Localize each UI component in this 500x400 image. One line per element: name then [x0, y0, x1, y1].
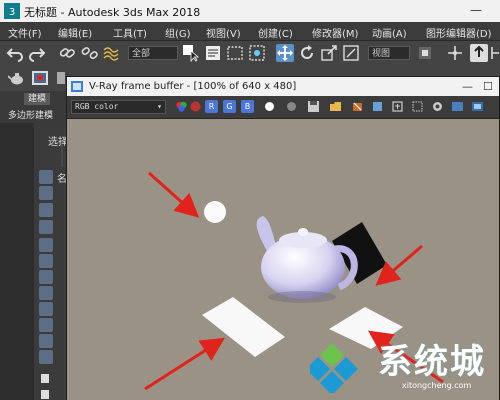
white-plane-left [202, 297, 285, 357]
vfb-maximize-button[interactable]: ☐ [483, 80, 493, 93]
chevron-down-icon: ▾ [157, 102, 162, 111]
color-swatch-icon[interactable] [189, 100, 202, 113]
arrow-to-sphere [148, 171, 200, 218]
watermark-url: xitongcheng.com [402, 381, 472, 390]
green-channel-button[interactable]: G [223, 100, 236, 113]
display-invert-icon[interactable] [41, 390, 49, 399]
vfb-title: V-Ray frame buffer - [100% of 640 x 480] [89, 81, 297, 92]
placement-icon[interactable] [342, 44, 360, 62]
window-crossing-icon[interactable] [248, 44, 266, 62]
vfb-window-icon [71, 81, 83, 92]
channel-select-dropdown[interactable]: RGB color ▾ [71, 100, 166, 114]
keyboard-shortcut-override-icon[interactable] [470, 44, 488, 62]
select-by-name-icon[interactable] [204, 44, 222, 62]
rectangle-select-icon[interactable] [226, 44, 244, 62]
arrow-to-white-plane-left [144, 337, 226, 391]
menu-file[interactable]: 文件(F) [8, 25, 42, 40]
selection-filter-dropdown[interactable]: 全部 [128, 46, 178, 60]
render-last-icon[interactable] [431, 100, 444, 113]
move-icon[interactable] [276, 44, 294, 62]
3dsmax-logo-icon: 3 [4, 3, 20, 19]
channel-value: RGB color [75, 102, 119, 111]
vfb-title-bar: V-Ray frame buffer - [100% of 640 x 480]… [67, 77, 499, 96]
teapot [256, 216, 358, 303]
scale-icon[interactable] [320, 44, 338, 62]
show-history-icon[interactable] [451, 100, 464, 113]
display-none-icon[interactable] [39, 170, 53, 184]
display-bones-icon[interactable] [39, 318, 53, 332]
sphere-light [204, 201, 226, 223]
reference-coordinate-dropdown[interactable]: 视图 [368, 46, 410, 60]
render-setup-icon[interactable] [31, 69, 49, 87]
menu-graph-editors[interactable]: 图形编辑器(D) [426, 25, 492, 40]
main-toolbar: 全部 视图 [0, 41, 500, 65]
track-mouse-icon[interactable] [391, 100, 404, 113]
vfb-toolbar: RGB color ▾ R G B [67, 96, 499, 119]
watermark-text: 系统城 [378, 342, 486, 382]
app-title: 无标题 - Autodesk 3ds Max 2018 [24, 6, 201, 19]
menu-bar: 文件(F) 编辑(E) 工具(T) 组(G) 视图(V) 创建(C) 修改器(M… [0, 22, 500, 41]
link-icon[interactable] [58, 44, 76, 62]
display-groups-icon[interactable] [39, 286, 53, 300]
vfb-minimize-button[interactable]: — [462, 80, 473, 93]
modeling-tab[interactable]: 建模 [24, 93, 50, 105]
menu-edit[interactable]: 编辑(E) [58, 25, 92, 40]
snap-toggle-icon[interactable] [490, 44, 500, 62]
modeling-ribbon: 建模 多边形建模 [0, 91, 66, 123]
select-and-manipulate-icon[interactable] [446, 44, 464, 62]
menu-views[interactable]: 视图(V) [206, 25, 241, 40]
select-label: 选择 [48, 137, 68, 148]
redo-icon[interactable] [28, 44, 46, 62]
region-render-icon[interactable] [411, 100, 424, 113]
display-containers-icon[interactable] [39, 334, 53, 348]
unlink-icon[interactable] [80, 44, 98, 62]
alpha-white-icon[interactable] [263, 100, 276, 113]
menu-modifiers[interactable]: 修改器(M) [312, 25, 358, 40]
rendered-frame-window-icon[interactable] [56, 71, 66, 85]
rgb-channels-icon[interactable] [175, 100, 188, 113]
undo-icon[interactable] [6, 44, 24, 62]
menu-animation[interactable]: 动画(A) [372, 25, 407, 40]
display-helpers-icon[interactable] [39, 254, 53, 268]
duplicate-to-max-fb-icon[interactable] [371, 100, 384, 113]
save-image-icon[interactable] [307, 100, 320, 113]
monochrome-icon[interactable] [285, 100, 298, 113]
display-space-warps-icon[interactable] [39, 270, 53, 284]
color-correction-icon[interactable] [471, 100, 484, 113]
polygon-modeling-label[interactable]: 多边形建模 [8, 108, 53, 121]
clear-image-icon[interactable] [351, 100, 364, 113]
display-all-icon[interactable] [41, 374, 49, 383]
display-xrefs-icon[interactable] [39, 302, 53, 316]
svg-text:3: 3 [9, 7, 15, 18]
rotate-icon[interactable] [298, 44, 316, 62]
bind-space-warp-icon[interactable] [102, 44, 120, 62]
load-image-icon[interactable] [329, 100, 342, 113]
left-dark-panel [0, 123, 34, 400]
minimize-button[interactable]: — [470, 3, 482, 17]
display-shapes-icon[interactable] [39, 203, 53, 217]
app-title-bar: 3 无标题 - Autodesk 3ds Max 2018 — [0, 0, 500, 22]
display-frozen-icon[interactable] [39, 350, 53, 364]
display-geometry-icon[interactable] [39, 186, 53, 200]
display-cameras-icon[interactable] [39, 238, 53, 252]
display-lights-icon[interactable] [39, 220, 53, 234]
pivot-icon[interactable] [416, 44, 434, 62]
select-object-icon[interactable] [182, 44, 200, 62]
menu-group[interactable]: 组(G) [165, 25, 191, 40]
blue-channel-button[interactable]: B [241, 100, 254, 113]
red-channel-button[interactable]: R [205, 100, 218, 113]
teapot-icon[interactable] [8, 69, 26, 87]
menu-tools[interactable]: 工具(T) [113, 25, 147, 40]
menu-create[interactable]: 创建(C) [258, 25, 293, 40]
